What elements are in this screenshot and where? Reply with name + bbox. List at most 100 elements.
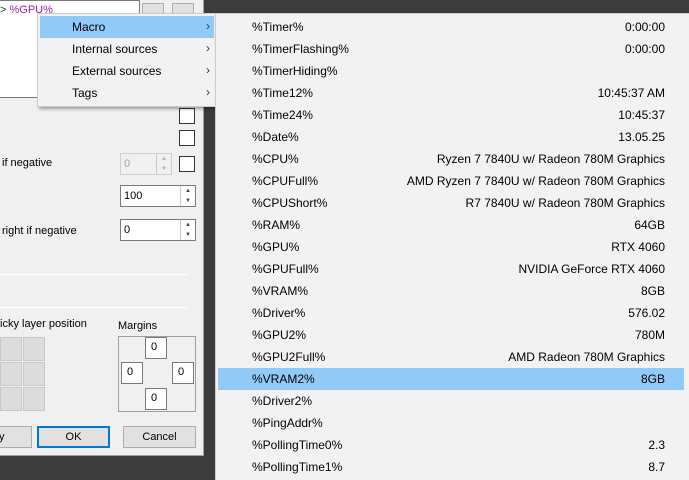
right-negative-spinner[interactable]: 0 ▲ ▼ [120,219,196,241]
macro-item[interactable]: %VRAM% 8GB [218,280,684,302]
macro-item[interactable]: %GPUFull% NVIDIA GeForce RTX 4060 [218,258,684,280]
negative-checkbox[interactable] [179,156,195,172]
macro-value: Ryzen 7 7840U w/ Radeon 780M Graphics [436,152,665,166]
macro-submenu: %Timer% 0:00:00 %TimerFlashing% 0:00:00 %Tim… [215,13,689,480]
macro-item[interactable]: %GPU% RTX 4060 [218,236,684,258]
macro-value: NVIDIA GeForce RTX 4060 [518,262,665,276]
spinner-arrows[interactable]: ▲ ▼ [180,220,195,240]
menu-item-external-sources[interactable]: External sources › [40,60,214,82]
option-checkbox-2[interactable] [179,130,195,146]
menu-item-tags[interactable]: Tags › [40,82,214,104]
macro-name: %GPU2% [252,328,307,342]
macro-item[interactable]: %Timer% 0:00:00 [218,16,684,38]
macro-name: %PingAddr% [252,416,323,430]
macro-value: 64GB [634,218,665,232]
menu-item-macro[interactable]: Macro › [40,16,214,38]
macro-value: 10:45:37 AM [597,86,665,100]
divider [0,274,188,275]
negative-label: if negative [2,157,53,169]
arrow-down-icon[interactable]: ▼ [181,196,195,206]
macro-name: %PollingTime1% [252,460,343,474]
arrow-down-icon: ▼ [161,166,167,172]
margin-bottom-field[interactable]: 0 [145,388,167,410]
spinner-arrows[interactable]: ▲ ▼ [180,186,195,206]
macro-name: %PollingTime0% [252,438,343,452]
position-cell[interactable] [23,362,45,386]
position-cell[interactable] [0,337,22,361]
apply-button[interactable]: y [0,426,32,448]
macro-item[interactable]: %CPU% Ryzen 7 7840U w/ Radeon 780M Graphi… [218,148,684,170]
macro-value: R7 7840U w/ Radeon 780M Graphics [465,196,665,210]
macro-item[interactable]: %PollingTime1% 8.7 [218,456,684,478]
macro-name: %GPUFull% [252,262,319,276]
macro-value: RTX 4060 [611,240,665,254]
menu-item-internal-sources[interactable]: Internal sources › [40,38,214,60]
macro-value: 576.02 [628,306,665,320]
value-spinner-value: 100 [124,190,143,202]
arrow-up-icon[interactable]: ▲ [181,220,195,230]
macro-item[interactable]: %TimerFlashing% 0:00:00 [218,38,684,60]
ok-button[interactable]: OK [37,426,110,448]
macro-value: 0:00:00 [624,20,665,34]
macro-name: %RAM% [252,218,301,232]
menu-item-label: Macro [72,20,106,34]
macro-item[interactable]: %PingAddr% [218,412,684,434]
macro-item[interactable]: %Driver% 576.02 [218,302,684,324]
margins-label: Margins [118,320,158,332]
negative-spinner: 0 ▲ ▼ [120,153,172,175]
menu-item-label: Tags [72,86,98,100]
macro-name: %VRAM% [252,284,309,298]
option-checkbox-1[interactable] [179,108,195,124]
arrow-up-icon[interactable]: ▲ [181,186,195,196]
chevron-right-icon: › [206,41,210,55]
macro-name: %GPU2Full% [252,350,326,364]
editor-prefix: > [0,4,7,16]
position-cell[interactable] [23,337,45,361]
macro-item[interactable]: %CPUFull% AMD Ryzen 7 7840U w/ Radeon 780… [218,170,684,192]
macro-item[interactable]: %GPU2% 780M [218,324,684,346]
arrow-up-icon: ▲ [161,156,167,162]
macro-name: %Time24% [252,108,313,122]
macro-item[interactable]: %RAM% 64GB [218,214,684,236]
divider [0,307,188,308]
arrow-down-icon[interactable]: ▼ [181,230,195,240]
macro-name: %Timer% [252,20,304,34]
macro-value: 8.7 [648,460,665,474]
macro-item[interactable]: %Date% 13.05.25 [218,126,684,148]
macro-name: %TimerFlashing% [252,42,349,56]
value-spinner[interactable]: 100 ▲ ▼ [120,185,196,207]
sticky-layer-label: icky layer position [0,318,87,330]
macro-name: %Driver% [252,306,306,320]
macro-item[interactable]: %GPU2Full% AMD Radeon 780M Graphics [218,346,684,368]
margin-top-field[interactable]: 0 [145,337,167,359]
menu-item-label: Internal sources [72,42,158,56]
position-grid[interactable] [0,337,45,411]
macro-item[interactable]: %TimerHiding% [218,60,684,82]
menu-item-label: External sources [72,64,162,78]
macro-item[interactable]: %VRAM2% 8GB [218,368,684,390]
chevron-right-icon: › [206,19,210,33]
chevron-right-icon: › [206,63,210,77]
macro-item[interactable]: %Time24% 10:45:37 [218,104,684,126]
macro-item[interactable]: %Driver2% [218,390,684,412]
macro-name: %GPU% [252,240,300,254]
margin-right-field[interactable]: 0 [172,362,194,384]
macro-name: %CPUShort% [252,196,328,210]
cancel-button[interactable]: Cancel [123,426,196,448]
margin-left-field[interactable]: 0 [121,362,143,384]
macro-value: 8GB [640,284,665,298]
macro-item[interactable]: %CPUShort% R7 7840U w/ Radeon 780M Graphi… [218,192,684,214]
macro-value: AMD Ryzen 7 7840U w/ Radeon 780M Graphic… [406,174,665,188]
macro-value: 10:45:37 [618,108,665,122]
position-cell[interactable] [0,362,22,386]
macro-item[interactable]: %PollingTime0% 2.3 [218,434,684,456]
macro-name: %TimerHiding% [252,64,338,78]
macro-item[interactable]: %Time12% 10:45:37 AM [218,82,684,104]
position-cell[interactable] [23,387,45,411]
chevron-right-icon: › [206,85,210,99]
position-cell[interactable] [0,387,22,411]
macro-name: %CPU% [252,152,299,166]
macro-name: %Time12% [252,86,313,100]
macro-name: %Driver2% [252,394,313,408]
negative-spinner-value: 0 [124,158,131,170]
